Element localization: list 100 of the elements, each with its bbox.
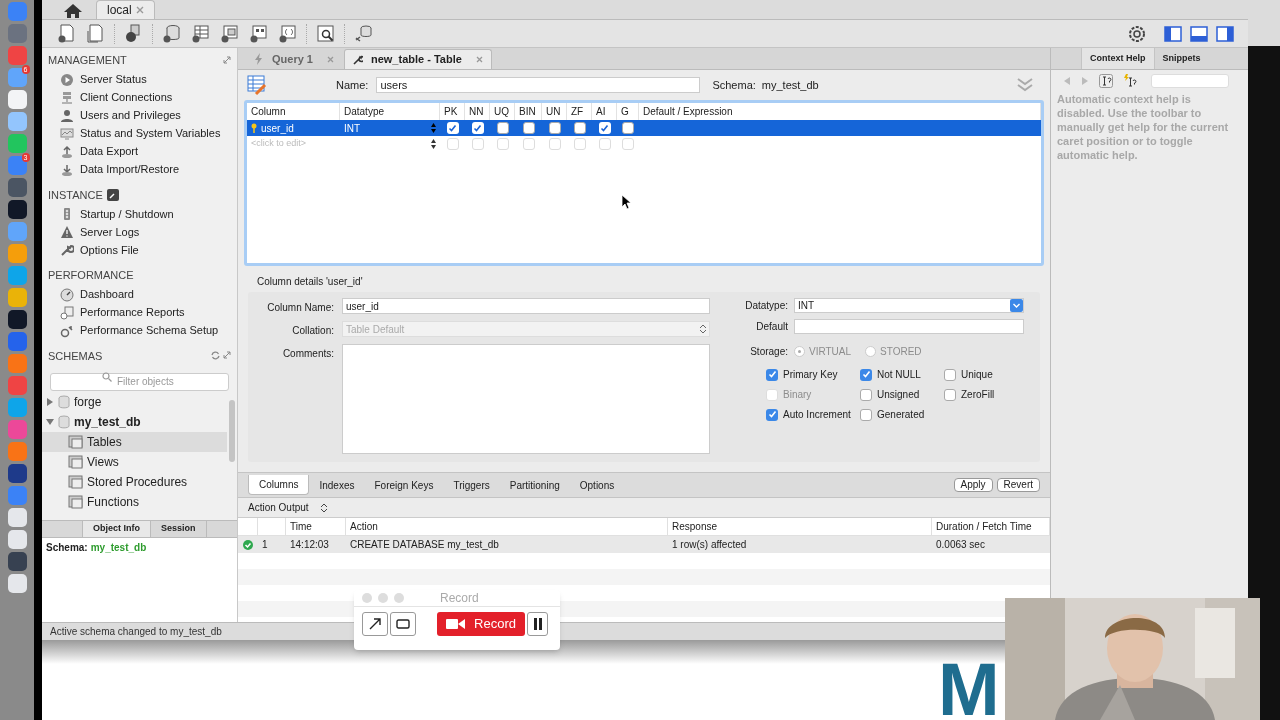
checkbox[interactable]: [471, 122, 484, 134]
window-plus-icon[interactable]: [219, 23, 240, 44]
schema-item[interactable]: my_test_db: [42, 412, 227, 432]
table-plus-icon[interactable]: [190, 23, 211, 44]
app-icon[interactable]: [7, 508, 27, 527]
action-button[interactable]: Apply: [953, 478, 993, 492]
record-button[interactable]: Record: [437, 612, 525, 636]
checkbox[interactable]: [860, 368, 872, 381]
app-icon[interactable]: [7, 530, 27, 549]
document-plus-icon[interactable]: [56, 23, 77, 44]
panel-tab[interactable]: Context Help: [1081, 48, 1155, 69]
output-row[interactable]: 1 14:12:03 CREATE DATABASE my_test_db 1 row(s) affected 0.0063 sec: [238, 536, 1050, 553]
app-icon[interactable]: [7, 90, 27, 109]
sidebar-item[interactable]: Data Export: [42, 142, 237, 161]
scrollbar-thumb[interactable]: [229, 400, 235, 462]
refresh-icon[interactable]: [211, 351, 220, 361]
output-selector[interactable]: Action Output: [248, 500, 327, 515]
editor-subtab[interactable]: Triggers: [443, 475, 500, 495]
sidebar-item[interactable]: Data Import/Restore: [42, 160, 237, 179]
grid-row[interactable]: user_id INT: [247, 120, 1041, 136]
checkbox-option[interactable]: Unsigned: [860, 387, 944, 402]
search-icon[interactable]: [315, 23, 336, 44]
back-icon[interactable]: [1063, 76, 1071, 86]
column-header[interactable]: Response: [668, 518, 932, 535]
text-cursor-help-icon[interactable]: [1099, 74, 1113, 88]
close-icon[interactable]: [135, 6, 144, 14]
filter-field[interactable]: Filter objects: [50, 372, 229, 391]
checkbox-option[interactable]: ZeroFill: [944, 387, 1004, 402]
checkbox[interactable]: [860, 388, 872, 401]
info-tab[interactable]: Session: [151, 521, 207, 537]
editor-subtab[interactable]: Columns: [248, 475, 310, 495]
checkbox-option[interactable]: Unique: [944, 367, 1004, 382]
checkbox[interactable]: [622, 122, 634, 134]
settings-icon[interactable]: [1128, 24, 1146, 43]
panel-tab[interactable]: Snippets: [1154, 48, 1209, 69]
editor-subtab[interactable]: Options: [569, 475, 625, 495]
schema-item[interactable]: forge: [42, 392, 227, 412]
column-header[interactable]: Time: [286, 518, 346, 535]
function-plus-icon[interactable]: [277, 23, 298, 44]
schema-item[interactable]: Views: [42, 452, 227, 472]
forward-icon[interactable]: [1081, 76, 1089, 86]
app-icon[interactable]: [7, 200, 27, 219]
comments-field[interactable]: [342, 344, 710, 454]
app-icon[interactable]: [7, 310, 27, 329]
default-field[interactable]: [794, 319, 1024, 334]
schema-item[interactable]: Functions: [42, 492, 227, 512]
sidebar-item[interactable]: Client Connections: [42, 88, 237, 107]
checkbox-option[interactable]: Generated: [860, 407, 944, 422]
app-icon[interactable]: [7, 178, 27, 197]
sidebar-item[interactable]: Status and System Variables: [42, 124, 237, 143]
pause-button[interactable]: [527, 612, 548, 636]
panel-bottom-toggle-icon[interactable]: [1190, 25, 1208, 42]
checkbox[interactable]: [598, 122, 611, 134]
sidebar-item[interactable]: Performance Reports: [42, 303, 237, 322]
action-button[interactable]: Revert: [996, 478, 1040, 492]
checkbox-option[interactable]: Auto Increment: [766, 407, 860, 422]
checkbox[interactable]: [522, 122, 535, 134]
rectangle-button[interactable]: [390, 612, 416, 636]
close-icon[interactable]: [326, 55, 334, 63]
expand-icon[interactable]: [223, 56, 231, 65]
editor-subtab[interactable]: Foreign Keys: [364, 475, 444, 495]
checkbox[interactable]: [944, 388, 956, 401]
checkbox-option[interactable]: Primary Key: [766, 367, 860, 382]
caret-icon[interactable]: [46, 398, 54, 406]
arrow-button[interactable]: [362, 612, 388, 636]
app-icon[interactable]: [7, 552, 27, 571]
checkbox[interactable]: [766, 408, 778, 421]
app-icon[interactable]: [7, 464, 27, 483]
sidebar-item[interactable]: Users and Privileges: [42, 106, 237, 125]
checkbox[interactable]: [766, 368, 778, 381]
datatype-select[interactable]: INT: [794, 298, 1024, 313]
expand-icon[interactable]: [223, 351, 231, 360]
sidebar-item[interactable]: Server Status: [42, 70, 237, 89]
caret-icon[interactable]: [46, 418, 54, 426]
checkbox-option[interactable]: Not NULL: [860, 367, 944, 382]
sidebar-item[interactable]: Server Logs: [42, 223, 237, 241]
info-tab[interactable]: Object Info: [82, 521, 151, 537]
checkbox[interactable]: [573, 122, 586, 134]
column-header[interactable]: Action: [346, 518, 668, 535]
sidebar-right-toggle-icon[interactable]: [1216, 25, 1234, 42]
checkbox[interactable]: [496, 122, 509, 134]
checkbox[interactable]: [944, 368, 956, 381]
editor-tab[interactable]: Query 1: [246, 49, 342, 69]
schema-item[interactable]: Stored Procedures: [42, 472, 227, 492]
checkbox[interactable]: [446, 122, 459, 134]
editor-subtab[interactable]: Indexes: [309, 475, 365, 495]
close-icon[interactable]: [475, 56, 483, 63]
app-icon[interactable]: [7, 574, 27, 593]
name-field[interactable]: users: [376, 77, 701, 93]
sidebar-item[interactable]: Startup / Shutdown: [42, 205, 237, 223]
document-icon[interactable]: [85, 23, 106, 44]
connection-tab[interactable]: local: [96, 0, 155, 19]
sidebar-item[interactable]: Options File: [42, 241, 237, 259]
stepper-icon[interactable]: [431, 139, 436, 149]
search-field[interactable]: [1151, 74, 1229, 88]
auto-help-icon[interactable]: [1123, 74, 1137, 88]
checkbox[interactable]: [548, 122, 561, 134]
sidebar-left-toggle-icon[interactable]: [1164, 25, 1182, 42]
column-name-field[interactable]: user_id: [342, 298, 710, 314]
grid-plus-icon[interactable]: [248, 23, 269, 44]
